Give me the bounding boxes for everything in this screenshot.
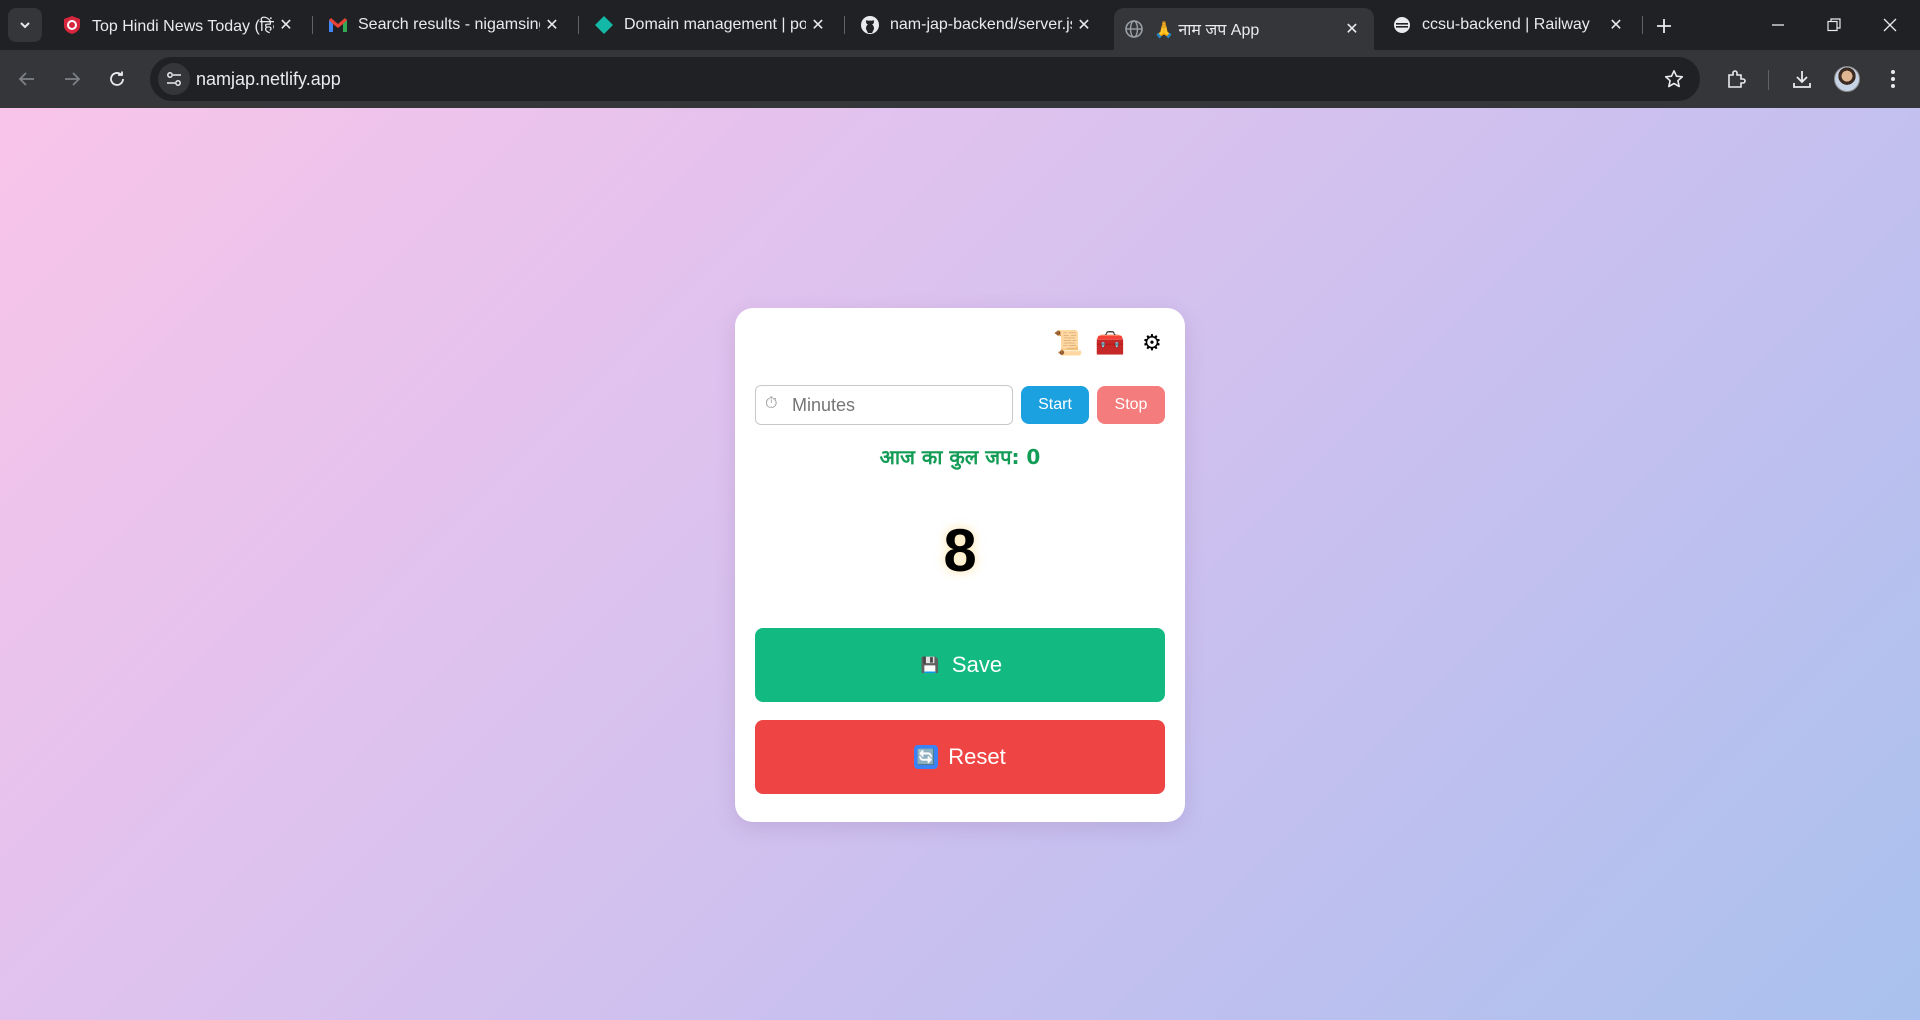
url-text: namjap.netlify.app [196,69,341,89]
new-tab-button[interactable] [1650,12,1678,40]
jap-counter[interactable]: 8 [735,516,1185,585]
browser-menu-button[interactable] [1878,64,1908,94]
window-close-button[interactable] [1862,0,1918,50]
start-button[interactable]: Start [1021,386,1089,424]
reset-button[interactable]: 🔄 Reset [755,720,1165,794]
github-icon [860,15,880,35]
reset-label: Reset [948,744,1006,769]
forward-button[interactable] [55,62,89,96]
tab-title: Top Hindi News Today (हिंदी [92,18,274,35]
download-icon [1793,71,1811,88]
reload-button[interactable] [100,62,134,96]
extensions-button[interactable] [1721,64,1751,94]
refresh-icon: 🔄 [914,745,939,769]
browser-tab[interactable]: Domain management | por ✕ [584,8,840,42]
tab-title: nam-jap-backend/server.js [890,16,1072,33]
tab-title: Domain management | por [624,16,806,33]
plus-icon [1657,19,1671,33]
netlify-diamond-icon [594,15,614,35]
tab-title: 🙏 नाम जप App [1154,22,1260,39]
minimize-button[interactable] [1750,0,1806,50]
toolbox-icon[interactable]: 🧰 [1095,328,1125,358]
namjap-card: 📜 🧰 ⚙ ⏱ Start Stop आज का कुल जप: 0 8 💾 S… [735,308,1185,822]
close-icon [1883,18,1897,32]
address-bar[interactable]: namjap.netlify.app [150,57,1700,101]
back-button[interactable] [10,62,44,96]
tune-icon [167,72,181,86]
profile-avatar[interactable] [1834,66,1860,92]
close-icon[interactable]: ✕ [1340,17,1364,41]
restore-icon [1827,18,1841,32]
news-logo-icon [62,15,82,35]
save-button[interactable]: 💾 Save [755,628,1165,702]
browser-tab[interactable]: nam-jap-backend/server.js ✕ [850,8,1106,42]
tab-search-button[interactable] [8,8,42,42]
restore-button[interactable] [1806,0,1862,50]
close-icon[interactable]: ✕ [806,13,830,37]
gmail-icon [328,15,348,35]
arrow-right-icon [65,72,81,86]
close-icon[interactable]: ✕ [1604,13,1628,37]
scroll-icon[interactable]: 📜 [1053,328,1083,358]
browser-tab[interactable]: Search results - nigamsingh ✕ [318,8,574,42]
site-info-button[interactable] [158,63,190,95]
browser-tab[interactable]: ccsu-backend | Railway ✕ [1382,8,1638,42]
globe-icon [1124,19,1144,39]
bookmark-button[interactable] [1662,67,1686,91]
floppy-disk-icon: 💾 [920,657,940,674]
minimize-icon [1772,24,1784,26]
close-icon[interactable]: ✕ [1072,13,1096,37]
close-icon[interactable]: ✕ [540,13,564,37]
tab-title: Search results - nigamsingh [358,16,540,33]
tab-title: ccsu-backend | Railway [1422,16,1590,33]
puzzle-icon [1728,70,1746,88]
settings-gear-icon[interactable]: ⚙ [1137,328,1167,358]
downloads-button[interactable] [1787,64,1817,94]
railway-icon [1392,15,1412,35]
star-icon [1664,70,1684,88]
more-vert-icon [1891,70,1895,88]
minutes-input[interactable] [755,385,1013,425]
stopwatch-icon: ⏱ [765,395,778,412]
page-background: 📜 🧰 ⚙ ⏱ Start Stop आज का कुल जप: 0 8 💾 S… [0,108,1920,1020]
today-total-text: आज का कुल जप: 0 [879,445,1041,469]
close-icon[interactable]: ✕ [274,13,298,37]
tab-strip: Top Hindi News Today (हिंदी ✕ Search res… [0,0,1920,50]
timer-row: ⏱ Start Stop [755,385,1165,425]
arrow-left-icon [18,72,34,86]
stop-button[interactable]: Stop [1097,386,1165,424]
reload-icon [110,71,124,86]
save-label: Save [951,652,1003,677]
chevron-down-icon [20,22,30,29]
browser-tab[interactable]: Top Hindi News Today (हिंदी ✕ [52,8,308,42]
browser-tab-active[interactable]: 🙏 नाम जप App ✕ [1114,8,1374,50]
minutes-field-wrap: ⏱ [755,385,1013,425]
browser-toolbar: namjap.netlify.app [0,50,1920,108]
card-header-icons: 📜 🧰 ⚙ [1053,328,1167,358]
